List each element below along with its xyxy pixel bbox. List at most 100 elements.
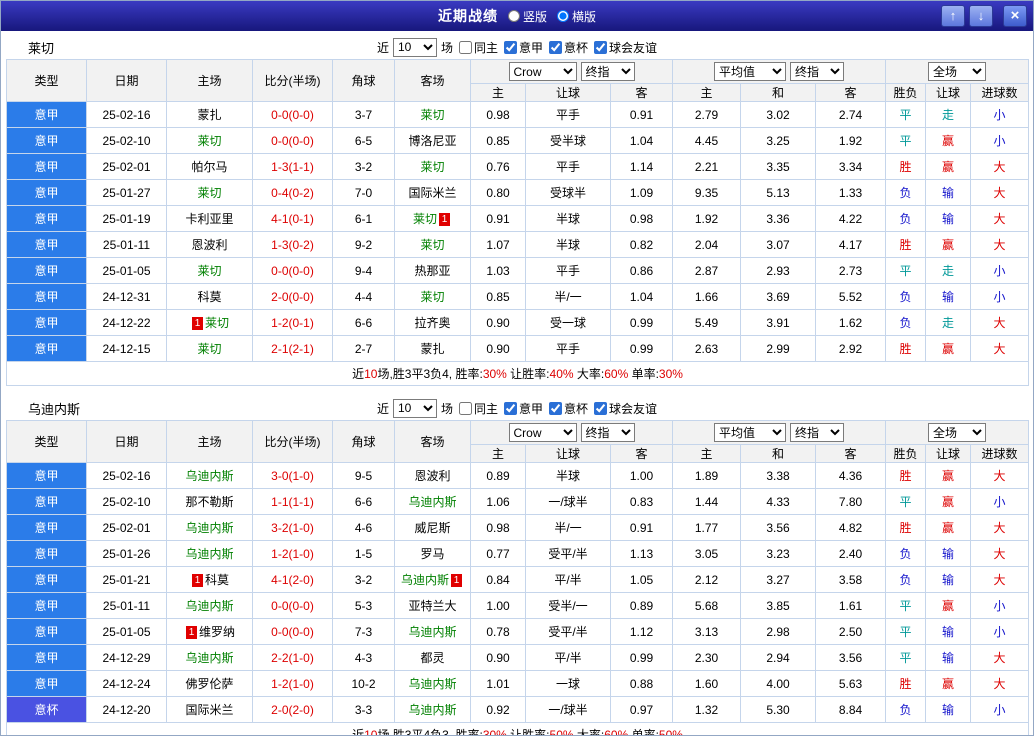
home-team-cell: 国际米兰 [166, 696, 253, 723]
checkbox-club-friendly[interactable]: 球会友谊 [594, 39, 657, 56]
date-cell: 24-12-15 [86, 335, 167, 362]
avg-away-cell: 1.62 [815, 309, 887, 336]
layout-radio-horizontal[interactable]: 横版 [557, 8, 596, 25]
corners-cell: 3-3 [332, 696, 395, 723]
column-header: 让球 [925, 444, 972, 463]
move-down-button[interactable]: ↓ [969, 5, 993, 27]
odds-home-cell: 0.90 [470, 335, 526, 362]
checkbox-serie-a-input[interactable] [504, 40, 517, 54]
goals-result-cell: 大 [970, 153, 1030, 180]
away-team-cell: 亚特兰大 [394, 592, 471, 619]
odds-away-cell: 0.88 [609, 670, 674, 697]
final-odds-select-2[interactable]: 终指 [790, 62, 845, 81]
corners-cell: 3-2 [332, 153, 395, 180]
team-link: 乌迪内斯 [185, 469, 234, 483]
odds-away-cell: 0.99 [609, 309, 674, 336]
avg-home-cell: 2.04 [672, 231, 742, 258]
checkbox-same-home[interactable]: 同主 [458, 400, 498, 417]
final-odds-select[interactable]: 终指 [580, 62, 635, 81]
team-link: 亚特兰大 [408, 599, 457, 613]
column-header: 胜负 [885, 83, 927, 102]
final-odds-select[interactable]: 终指 [580, 423, 635, 442]
checkbox-coppa-italia[interactable]: 意杯 [549, 39, 588, 56]
table-row: 意甲 25-02-01 乌迪内斯 3-2(1-0) 4-6 威尼斯 0.98 半/一 0.91 1… [6, 514, 1030, 541]
checkbox-serie-a[interactable]: 意甲 [504, 400, 543, 417]
avg-draw-cell: 5.30 [740, 696, 817, 723]
team-link: 热那亚 [414, 264, 451, 278]
fulltime-select[interactable]: 全场 [928, 62, 987, 81]
checkbox-same-home[interactable]: 同主 [458, 39, 498, 56]
table-row: 意甲 24-12-31 科莫 2-0(0-0) 4-4 莱切 0.85 半/一 1.04 1.66… [6, 283, 1030, 310]
summary-row: 近10场,胜3平3负4, 胜率:30% 让胜率:40% 大率:60% 单率:30… [5, 361, 1030, 386]
layout-radio-vertical[interactable]: 竖版 [507, 8, 547, 25]
goals-result-cell: 小 [970, 257, 1030, 284]
checkbox-coppa-italia-input[interactable] [549, 401, 563, 415]
titlebar-center: 近期战绩 竖版 横版 [438, 6, 596, 26]
layout-radio-vertical-input[interactable] [507, 10, 520, 22]
layout-radio-horizontal-input[interactable] [557, 10, 569, 22]
checkbox-same-home-input[interactable] [458, 401, 472, 415]
summary-stat: 50% [658, 728, 683, 736]
odds-handicap-cell: 一/球半 [525, 488, 611, 515]
result-cell: 胜 [885, 462, 927, 489]
goals-result-cell: 大 [970, 670, 1030, 697]
checkbox-coppa-italia-input[interactable] [549, 40, 563, 54]
fulltime-select[interactable]: 全场 [928, 423, 987, 442]
column-header: 比分(半场) [252, 59, 333, 102]
league-cell: 意甲 [6, 257, 87, 284]
summary-label: 单率: [628, 367, 659, 381]
rounds-select[interactable]: 10 [392, 37, 437, 57]
avg-home-cell: 5.68 [672, 592, 742, 619]
league-cell: 意甲 [6, 179, 87, 206]
home-team-cell: 科莫 [166, 283, 253, 310]
checkbox-club-friendly-input[interactable] [594, 401, 608, 415]
result-cell: 平 [885, 257, 927, 284]
odds-home-cell: 0.78 [470, 618, 526, 645]
checkbox-serie-a-input[interactable] [504, 401, 517, 415]
checkbox-club-friendly-input[interactable] [594, 40, 608, 54]
goals-result-cell: 小 [970, 488, 1030, 515]
avg-home-cell: 1.32 [672, 696, 742, 723]
matches-label: 场 [440, 401, 453, 416]
avg-home-cell: 1.89 [672, 462, 742, 489]
average-select[interactable]: 平均值 [714, 423, 787, 442]
final-odds-select-2[interactable]: 终指 [790, 423, 845, 442]
home-team-cell: 帕尔马 [166, 153, 253, 180]
odds-away-cell: 1.04 [609, 127, 674, 154]
checkbox-serie-a[interactable]: 意甲 [504, 39, 543, 56]
score-cell: 2-1(2-1) [252, 335, 333, 362]
goals-result-cell: 小 [970, 101, 1030, 128]
score-cell: 0-0(0-0) [252, 618, 333, 645]
bookmaker-select[interactable]: Crow [508, 423, 577, 442]
result-cell: 胜 [885, 335, 927, 362]
column-header: 客场 [394, 59, 471, 102]
avg-away-cell: 4.82 [815, 514, 887, 541]
move-up-button[interactable]: ↑ [941, 5, 965, 27]
date-cell: 25-01-26 [86, 540, 167, 567]
date-cell: 24-12-31 [86, 283, 167, 310]
team-name: 莱切 [28, 40, 55, 56]
goals-result-cell: 大 [970, 514, 1030, 541]
table-row: 意甲 25-01-05 1 维罗纳 0-0(0-0) 7-3 乌迪内斯 0.78 受平/半 1.1… [6, 618, 1030, 645]
summary-label: 场,胜3平4负3, 胜率: [377, 728, 483, 736]
date-cell: 25-01-19 [86, 205, 167, 232]
checkbox-same-home-input[interactable] [458, 40, 472, 54]
checkbox-coppa-italia[interactable]: 意杯 [549, 400, 588, 417]
avg-away-cell: 1.61 [815, 592, 887, 619]
bookmaker-select[interactable]: Crow [508, 62, 577, 81]
rounds-select[interactable]: 10 [392, 398, 437, 418]
team-link: 乌迪内斯 [185, 521, 234, 535]
column-header: 和 [740, 444, 817, 463]
summary-label: 让胜率: [506, 367, 550, 381]
league-cell: 意甲 [6, 514, 87, 541]
home-team-cell: 蒙扎 [166, 101, 253, 128]
team-link: 乌迪内斯 [408, 703, 457, 717]
score-cell: 2-2(1-0) [252, 644, 333, 671]
close-button[interactable]: × [1003, 5, 1027, 27]
odds-home-cell: 1.00 [470, 592, 526, 619]
date-cell: 24-12-20 [86, 696, 167, 723]
checkbox-club-friendly[interactable]: 球会友谊 [594, 400, 657, 417]
team-link: 乌迪内斯 [185, 599, 234, 613]
goals-result-cell: 小 [970, 696, 1030, 723]
average-select[interactable]: 平均值 [714, 62, 787, 81]
